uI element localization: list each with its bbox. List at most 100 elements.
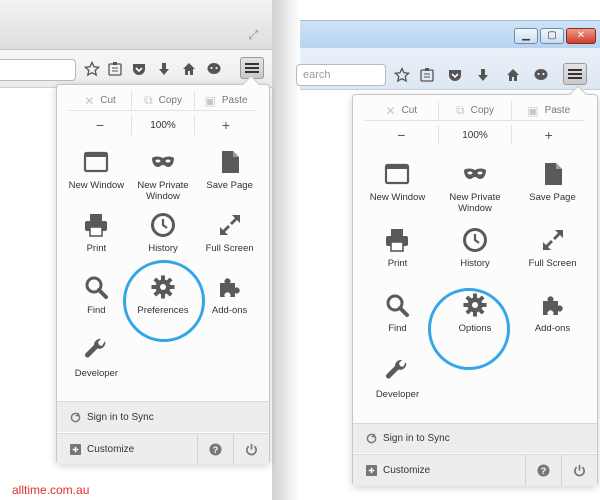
menu-item-add-ons[interactable]: Add-ons bbox=[516, 288, 589, 334]
download-icon[interactable] bbox=[474, 66, 492, 84]
menu-item-label: Developer bbox=[74, 367, 119, 379]
help-button[interactable]: ? bbox=[197, 434, 233, 464]
customize-plus-icon[interactable] bbox=[365, 465, 377, 477]
zoom-reset-button[interactable]: 100% bbox=[131, 115, 194, 135]
firefox-mac-window: ⤢ ✕ Cut ⧉ Copy ▣ Paste − 100% + New Wind… bbox=[0, 0, 300, 500]
zoom-out-button[interactable]: − bbox=[69, 115, 131, 135]
menu-item-find[interactable]: Find bbox=[65, 270, 128, 316]
clock-icon bbox=[132, 208, 195, 238]
menu-item-label: Save Page bbox=[529, 192, 576, 203]
menu-item-new-window[interactable]: New Window bbox=[361, 157, 434, 203]
chat-icon[interactable] bbox=[532, 66, 550, 84]
menu-item-full-screen[interactable]: Full Screen bbox=[516, 223, 589, 269]
menu-item-label: Developer bbox=[375, 388, 420, 400]
menu-item-history[interactable]: History bbox=[132, 208, 195, 254]
menu-item-full-screen[interactable]: Full Screen bbox=[198, 208, 261, 254]
help-button[interactable]: ? bbox=[525, 455, 561, 486]
footer-actions: ? bbox=[197, 434, 269, 464]
bookmark-star-icon[interactable] bbox=[83, 60, 101, 78]
navigation-toolbar bbox=[0, 50, 272, 88]
zoom-reset-button[interactable]: 100% bbox=[437, 125, 512, 145]
zoom-in-label: + bbox=[221, 117, 231, 133]
cut-button[interactable]: ✕ Cut bbox=[69, 91, 131, 110]
customize-row: Customize ? bbox=[57, 433, 269, 464]
magnifier-icon bbox=[65, 270, 128, 300]
menu-item-new-private-window[interactable]: New Private Window bbox=[439, 157, 512, 214]
home-icon[interactable] bbox=[180, 60, 198, 78]
new-window-icon bbox=[65, 145, 128, 175]
menu-item-add-ons[interactable]: Add-ons bbox=[198, 270, 261, 316]
menu-item-print[interactable]: Print bbox=[361, 223, 434, 269]
menu-item-print[interactable]: Print bbox=[65, 208, 128, 254]
copy-label: Copy bbox=[470, 105, 494, 116]
scissors-icon: ✕ bbox=[84, 93, 95, 108]
footer-actions: ? bbox=[525, 455, 597, 486]
maximize-button[interactable]: ▢ bbox=[540, 28, 564, 44]
bookmark-star-icon[interactable] bbox=[393, 66, 411, 84]
download-icon[interactable] bbox=[155, 60, 173, 78]
edit-controls: ✕ Cut ⧉ Copy ▣ Paste bbox=[365, 101, 585, 121]
minimize-button[interactable]: ▁ bbox=[514, 28, 538, 44]
bookmarks-list-icon[interactable] bbox=[418, 66, 436, 84]
menu-item-new-private-window[interactable]: New Private Window bbox=[132, 145, 195, 202]
zoom-out-label: − bbox=[95, 117, 105, 133]
menu-item-label: Print bbox=[387, 257, 408, 269]
home-icon[interactable] bbox=[504, 66, 522, 84]
customize-label[interactable]: Customize bbox=[383, 465, 430, 476]
wrench-icon bbox=[361, 354, 434, 384]
chat-icon[interactable] bbox=[205, 60, 223, 78]
paste-button[interactable]: ▣ Paste bbox=[194, 91, 257, 110]
watermark: alltime.com.au bbox=[12, 483, 90, 497]
menu-item-find[interactable]: Find bbox=[361, 288, 434, 334]
customize-plus-icon[interactable] bbox=[69, 443, 81, 455]
new-window-icon bbox=[361, 157, 434, 187]
menu-item-label: Find bbox=[87, 305, 106, 316]
customize-label[interactable]: Customize bbox=[87, 444, 134, 455]
hamburger-icon bbox=[568, 69, 582, 79]
zoom-in-button[interactable]: + bbox=[511, 125, 585, 145]
zoom-out-button[interactable]: − bbox=[365, 125, 438, 145]
menu-item-label: Save Page bbox=[206, 180, 253, 191]
copy-button[interactable]: ⧉ Copy bbox=[437, 101, 512, 120]
search-input[interactable]: earch bbox=[296, 64, 386, 86]
power-icon bbox=[574, 464, 585, 477]
close-button[interactable]: ✕ bbox=[566, 28, 596, 44]
sync-row[interactable]: Sign in to Sync bbox=[57, 401, 269, 432]
zoom-in-button[interactable]: + bbox=[194, 115, 257, 135]
puzzle-icon bbox=[516, 288, 589, 318]
menu-item-label: New Private Window bbox=[449, 192, 501, 214]
copy-label: Copy bbox=[158, 95, 182, 106]
bookmarks-list-icon[interactable] bbox=[106, 60, 124, 78]
cut-button[interactable]: ✕ Cut bbox=[365, 101, 438, 120]
menu-item-new-window[interactable]: New Window bbox=[65, 145, 128, 191]
menu-item-label: Add-ons bbox=[211, 305, 248, 316]
sync-label: Sign in to Sync bbox=[383, 433, 450, 444]
menu-item-label: History bbox=[460, 257, 490, 269]
paste-button[interactable]: ▣ Paste bbox=[511, 101, 585, 120]
sync-icon bbox=[69, 411, 81, 423]
power-icon bbox=[246, 443, 257, 455]
paste-label: Paste bbox=[221, 95, 248, 106]
quit-button[interactable] bbox=[561, 455, 597, 486]
options-highlight-circle bbox=[428, 288, 510, 370]
menu-item-save-page[interactable]: Save Page bbox=[198, 145, 261, 191]
sync-label: Sign in to Sync bbox=[87, 411, 154, 423]
menu-item-save-page[interactable]: Save Page bbox=[516, 157, 589, 203]
save-page-icon bbox=[516, 157, 589, 187]
copy-icon: ⧉ bbox=[456, 103, 465, 117]
menu-item-developer[interactable]: Developer bbox=[65, 333, 128, 379]
customize-row: Customize ? bbox=[353, 454, 597, 486]
hamburger-icon bbox=[245, 63, 259, 73]
search-input[interactable] bbox=[0, 59, 76, 81]
menu-item-developer[interactable]: Developer bbox=[361, 354, 434, 400]
quit-button[interactable] bbox=[233, 434, 269, 464]
sync-row[interactable]: Sign in to Sync bbox=[353, 423, 597, 453]
fullscreen-toggle-icon[interactable]: ⤢ bbox=[248, 28, 262, 42]
zoom-controls: − 100% + bbox=[365, 125, 585, 145]
menu-item-label: Full Screen bbox=[528, 257, 577, 269]
menu-item-history[interactable]: History bbox=[439, 223, 512, 269]
open-menu-button[interactable] bbox=[563, 63, 587, 85]
copy-button[interactable]: ⧉ Copy bbox=[131, 91, 194, 110]
pocket-icon[interactable] bbox=[446, 66, 464, 84]
pocket-icon[interactable] bbox=[130, 60, 148, 78]
